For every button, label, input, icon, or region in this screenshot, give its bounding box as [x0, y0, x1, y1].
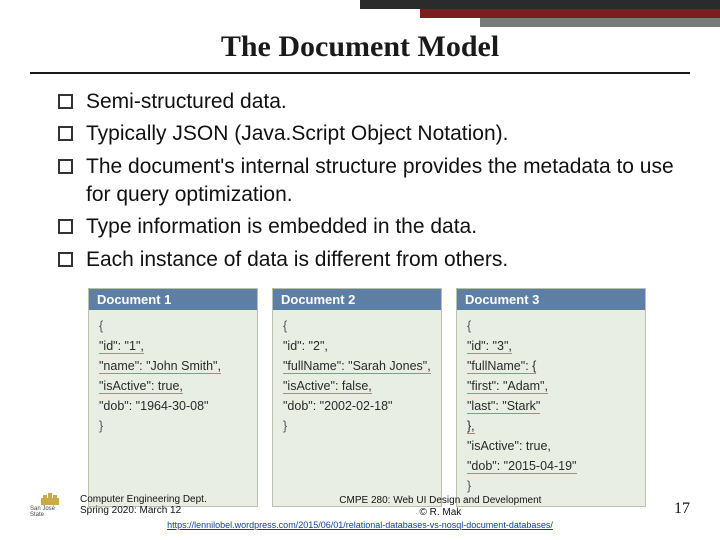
slide-title: The Document Model — [0, 30, 720, 64]
document-header: Document 2 — [273, 289, 441, 310]
list-item: The document's internal structure provid… — [58, 153, 680, 210]
list-item: Semi-structured data. — [58, 88, 680, 116]
footer-course: CMPE 280: Web UI Design and Development — [207, 495, 674, 506]
document-card: Document 2 { "id": "2", "fullName": "Sar… — [272, 288, 442, 507]
footer-author: © R. Mak — [207, 507, 674, 518]
document-header: Document 3 — [457, 289, 645, 310]
university-logo: San José State — [30, 492, 70, 518]
decorative-bands — [360, 0, 720, 27]
document-examples: Document 1 { "id": "1", "name": "John Sm… — [88, 288, 690, 507]
list-item: Each instance of data is different from … — [58, 246, 680, 274]
slide-footer: San José State Computer Engineering Dept… — [30, 492, 690, 530]
page-number: 17 — [674, 500, 690, 518]
document-card: Document 1 { "id": "1", "name": "John Sm… — [88, 288, 258, 507]
footer-center: CMPE 280: Web UI Design and Development … — [207, 495, 674, 518]
document-header: Document 1 — [89, 289, 257, 310]
footer-dept: Computer Engineering Dept. — [80, 494, 207, 505]
document-body: { "id": "2", "fullName": "Sarah Jones", … — [273, 310, 441, 446]
document-body: { "id": "1", "name": "John Smith", "isAc… — [89, 310, 257, 446]
title-underline — [30, 72, 690, 74]
bullet-list: Semi-structured data. Typically JSON (Ja… — [58, 88, 680, 278]
list-item: Typically JSON (Java.Script Object Notat… — [58, 120, 680, 148]
document-body: { "id": "3", "fullName": { "first": "Ada… — [457, 310, 645, 506]
document-card: Document 3 { "id": "3", "fullName": { "f… — [456, 288, 646, 507]
footer-dept-block: Computer Engineering Dept. Spring 2020: … — [80, 494, 207, 516]
citation-link[interactable]: https://lennilobel.wordpress.com/2015/06… — [30, 520, 690, 530]
list-item: Type information is embedded in the data… — [58, 213, 680, 241]
footer-term: Spring 2020: March 12 — [80, 505, 207, 516]
